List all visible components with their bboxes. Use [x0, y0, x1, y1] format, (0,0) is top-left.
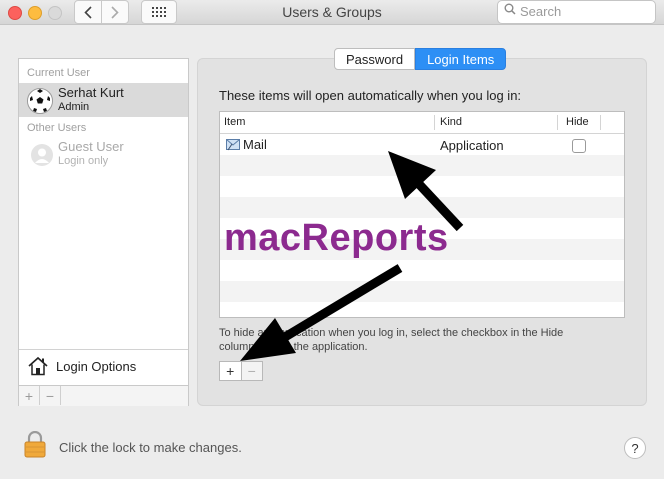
table-row [220, 260, 624, 281]
tab-bar: Password Login Items [334, 48, 507, 70]
table-row [220, 197, 624, 218]
hide-checkbox[interactable] [572, 139, 586, 153]
sidebar-item-guest-user[interactable]: Guest User Login only [19, 137, 188, 171]
login-items-description: These items will open automatically when… [219, 88, 522, 103]
current-user-role: Admin [58, 101, 90, 113]
show-all-button[interactable] [141, 0, 177, 24]
search-field[interactable] [497, 0, 656, 24]
hint-line: To hide an application when you log in, … [219, 327, 564, 339]
help-button[interactable]: ? [624, 437, 646, 459]
tab-login-items[interactable]: Login Items [415, 48, 507, 70]
guest-user-name: Guest User [58, 139, 124, 154]
remove-login-item-button[interactable]: − [241, 361, 263, 381]
house-icon [27, 356, 49, 376]
search-icon [504, 3, 516, 18]
lock-message: Click the lock to make changes. [59, 440, 242, 455]
users-sidebar: Current User Serhat Kurt Admin Other Use… [18, 58, 189, 406]
table-row[interactable]: Mail Application [220, 134, 624, 155]
show-all-grid-icon [152, 7, 166, 17]
table-row [220, 155, 624, 176]
column-divider [600, 115, 601, 130]
watermark-text: macReports [224, 217, 449, 259]
current-user-heading: Current User [27, 67, 90, 79]
item-name: Mail [243, 137, 267, 152]
guest-user-avatar-icon [31, 144, 53, 166]
sidebar-toolbar: + − [19, 385, 188, 406]
login-items-table[interactable]: Item Kind Hide Mail Application [219, 111, 625, 318]
forward-button[interactable] [101, 0, 129, 24]
login-items-add-remove: + − [219, 361, 263, 381]
add-login-item-button[interactable]: + [219, 361, 242, 381]
column-divider [557, 115, 558, 130]
table-row [220, 281, 624, 302]
back-button[interactable] [74, 0, 102, 24]
soccer-ball-avatar [27, 88, 53, 114]
chevron-right-icon [111, 5, 119, 19]
column-divider [434, 115, 435, 130]
table-row [220, 176, 624, 197]
title-bar: Users & Groups [0, 0, 664, 25]
mail-app-icon [226, 138, 240, 151]
guest-user-role: Login only [58, 155, 109, 167]
hint-line: column next to the application. [219, 341, 368, 353]
other-users-heading: Other Users [27, 122, 87, 134]
column-header-hide[interactable]: Hide [566, 116, 589, 128]
add-user-button[interactable]: + [19, 386, 40, 405]
item-kind: Application [440, 138, 504, 153]
sidebar-item-current-user[interactable]: Serhat Kurt Admin [19, 83, 188, 117]
table-header: Item Kind Hide [220, 112, 624, 134]
tab-password[interactable]: Password [334, 48, 416, 70]
column-header-item[interactable]: Item [224, 116, 245, 128]
column-header-kind[interactable]: Kind [440, 116, 462, 128]
hide-hint-text: To hide an application when you log in, … [219, 326, 599, 354]
lock-icon[interactable] [24, 430, 46, 458]
login-options-button[interactable]: Login Options [19, 349, 188, 384]
chevron-left-icon [84, 5, 92, 19]
search-input[interactable] [520, 2, 645, 20]
login-options-label: Login Options [56, 359, 137, 374]
current-user-name: Serhat Kurt [58, 85, 124, 100]
remove-user-button[interactable]: − [40, 386, 61, 405]
